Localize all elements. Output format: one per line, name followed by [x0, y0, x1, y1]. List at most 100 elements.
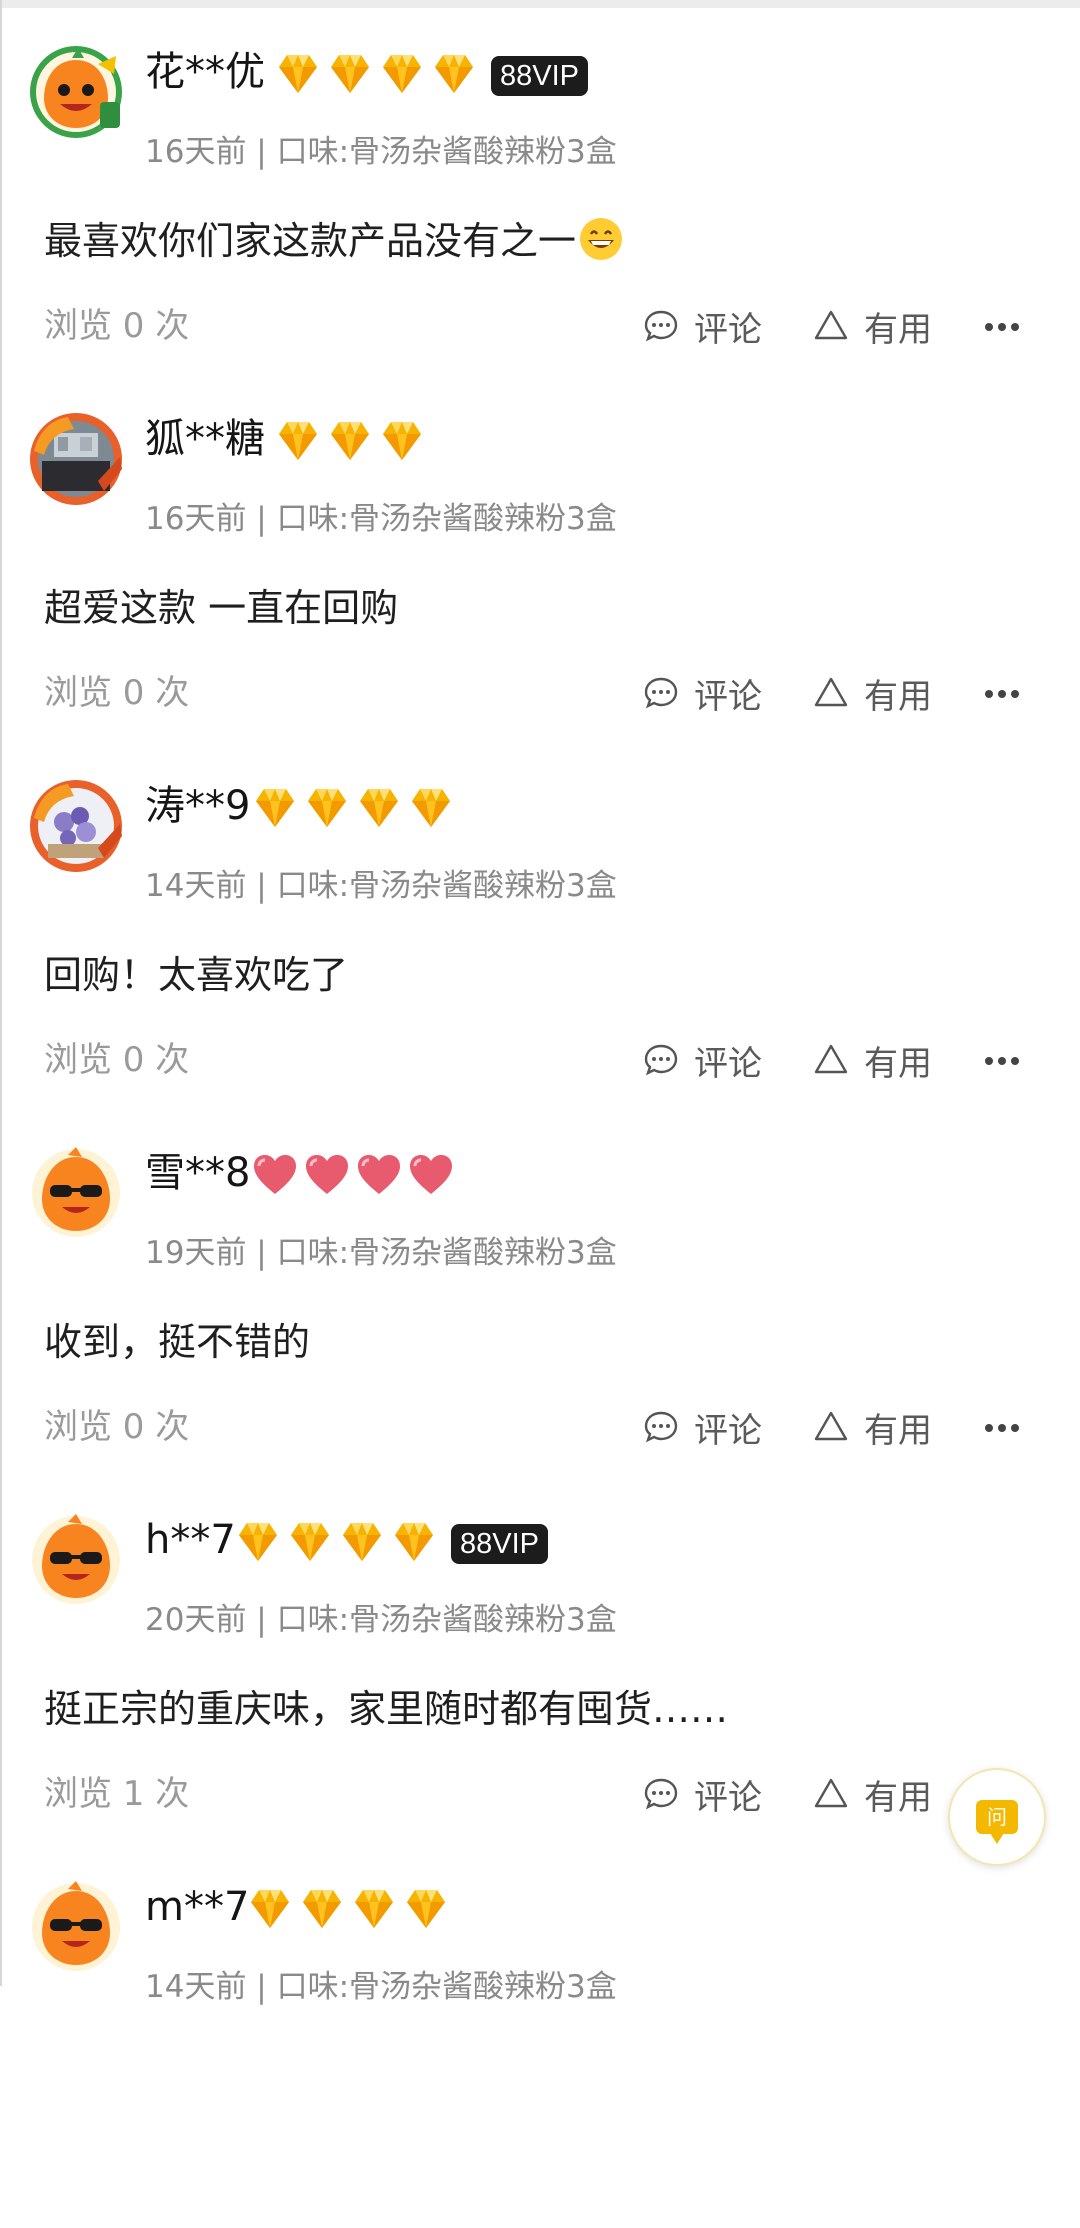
heart-badge-icon — [250, 1152, 300, 1198]
diamond-badge-icon — [377, 418, 427, 464]
review-meta: 14天前 | 口味:骨汤杂酱酸辣粉3盒 — [145, 1969, 617, 2005]
review-text: 回购！太喜欢吃了 — [44, 953, 349, 997]
review-card: 狐**糖 16天前 | 口味:骨汤杂酱酸辣粉3盒超爱这款 一直在回购浏览 0 次 评… — [0, 391, 1080, 760]
more-options-button[interactable] — [984, 671, 1024, 715]
review-card: 涛**9 14天前 | 口味:骨汤杂酱酸辣粉3盒回购！太喜欢吃了浏览 0 次 评论 有… — [0, 758, 1080, 1127]
more-icon — [984, 317, 1020, 336]
diamond-badge-icon — [354, 785, 404, 831]
review-text: 挺正宗的重庆味，家里随时都有囤货…… — [44, 1687, 729, 1731]
more-icon — [984, 1418, 1020, 1437]
member-level-badges — [273, 49, 479, 99]
member-level-badges — [233, 1517, 439, 1567]
comment-icon — [642, 1775, 680, 1813]
username: 雪**8 — [145, 1150, 251, 1196]
review-card: 雪**8 19天前 | 口味:骨汤杂酱酸辣粉3盒收到，挺不错的浏览 0 次 评论 有用 — [0, 1125, 1080, 1494]
username: 狐**糖 — [145, 416, 265, 462]
comment-label: 评论 — [694, 1410, 762, 1451]
view-count: 浏览 0 次 — [44, 673, 190, 713]
useful-button[interactable]: 有用 — [812, 1035, 932, 1085]
diamond-badge-icon — [302, 785, 352, 831]
triangle-icon — [812, 1775, 850, 1813]
useful-label: 有用 — [864, 1043, 932, 1084]
member-level-badges — [250, 1150, 456, 1200]
diamond-badge-icon — [389, 1519, 439, 1565]
useful-label: 有用 — [864, 309, 932, 350]
review-card: m**7 14天前 | 口味:骨汤杂酱酸辣粉3盒 — [0, 1859, 1080, 2228]
heart-badge-icon — [302, 1152, 352, 1198]
view-count: 浏览 0 次 — [44, 306, 190, 346]
member-level-badges — [250, 783, 456, 833]
triangle-icon — [812, 674, 850, 712]
review-text: 最喜欢你们家这款产品没有之一 — [44, 214, 624, 268]
username: h**7 — [145, 1517, 236, 1563]
review-meta: 20天前 | 口味:骨汤杂酱酸辣粉3盒 — [145, 1602, 617, 1638]
comment-button[interactable]: 评论 — [642, 668, 762, 718]
comment-icon — [642, 307, 680, 345]
user-avatar[interactable] — [28, 1879, 124, 1975]
diamond-badge-icon — [406, 785, 456, 831]
diamond-badge-icon — [325, 51, 375, 97]
user-avatar[interactable] — [28, 411, 124, 507]
comment-icon — [642, 1408, 680, 1446]
review-meta: 14天前 | 口味:骨汤杂酱酸辣粉3盒 — [145, 868, 617, 904]
ask-question-button[interactable]: 问 — [948, 1768, 1046, 1866]
username: 涛**9 — [145, 783, 251, 829]
diamond-badge-icon — [401, 1886, 451, 1932]
user-avatar[interactable] — [28, 44, 124, 140]
heart-badge-icon — [354, 1152, 404, 1198]
vip-badge: 88VIP — [451, 1524, 548, 1564]
view-count: 浏览 1 次 — [44, 1774, 190, 1814]
triangle-icon — [812, 307, 850, 345]
diamond-badge-icon — [245, 1886, 295, 1932]
comment-button[interactable]: 评论 — [642, 1769, 762, 1819]
review-meta: 16天前 | 口味:骨汤杂酱酸辣粉3盒 — [145, 501, 617, 537]
comment-button[interactable]: 评论 — [642, 301, 762, 351]
review-text: 收到，挺不错的 — [44, 1320, 311, 1364]
user-avatar[interactable] — [28, 1145, 124, 1241]
review-meta: 19天前 | 口味:骨汤杂酱酸辣粉3盒 — [145, 1235, 617, 1271]
question-bubble-icon: 问 — [976, 1800, 1018, 1844]
username: 花**优 — [145, 49, 265, 95]
comment-label: 评论 — [694, 1777, 762, 1818]
user-avatar[interactable] — [28, 1512, 124, 1608]
comment-button[interactable]: 评论 — [642, 1402, 762, 1452]
top-divider — [0, 0, 1080, 8]
diamond-badge-icon — [377, 51, 427, 97]
member-level-badges — [245, 1884, 451, 1934]
useful-label: 有用 — [864, 1777, 932, 1818]
diamond-badge-icon — [429, 51, 479, 97]
diamond-badge-icon — [273, 51, 323, 97]
comment-label: 评论 — [694, 1043, 762, 1084]
view-count: 浏览 0 次 — [44, 1407, 190, 1447]
more-options-button[interactable] — [984, 1038, 1024, 1082]
vip-badge: 88VIP — [491, 56, 588, 96]
more-options-button[interactable] — [984, 304, 1024, 348]
view-count: 浏览 0 次 — [44, 1040, 190, 1080]
more-icon — [984, 684, 1020, 703]
useful-button[interactable]: 有用 — [812, 301, 932, 351]
review-card: h**7 88VIP 20天前 | 口味:骨汤杂酱酸辣粉3盒挺正宗的重庆味，家里随时… — [0, 1492, 1080, 1861]
comment-button[interactable]: 评论 — [642, 1035, 762, 1085]
username: m**7 — [145, 1884, 250, 1930]
triangle-icon — [812, 1408, 850, 1446]
useful-button[interactable]: 有用 — [812, 1402, 932, 1452]
comment-icon — [642, 674, 680, 712]
review-card: 花**优 88VIP 16天前 | 口味:骨汤杂酱酸辣粉3盒 最喜欢你们家这款产品没有… — [0, 24, 1080, 393]
useful-label: 有用 — [864, 1410, 932, 1451]
review-text: 超爱这款 一直在回购 — [44, 586, 399, 630]
member-level-badges — [273, 416, 427, 466]
diamond-badge-icon — [297, 1886, 347, 1932]
more-options-button[interactable] — [984, 1405, 1024, 1449]
heart-badge-icon — [406, 1152, 456, 1198]
user-avatar[interactable] — [28, 778, 124, 874]
diamond-badge-icon — [285, 1519, 335, 1565]
diamond-badge-icon — [250, 785, 300, 831]
diamond-badge-icon — [273, 418, 323, 464]
useful-button[interactable]: 有用 — [812, 668, 932, 718]
diamond-badge-icon — [233, 1519, 283, 1565]
useful-label: 有用 — [864, 676, 932, 717]
diamond-badge-icon — [325, 418, 375, 464]
comment-label: 评论 — [694, 309, 762, 350]
more-icon — [984, 1051, 1020, 1070]
useful-button[interactable]: 有用 — [812, 1769, 932, 1819]
